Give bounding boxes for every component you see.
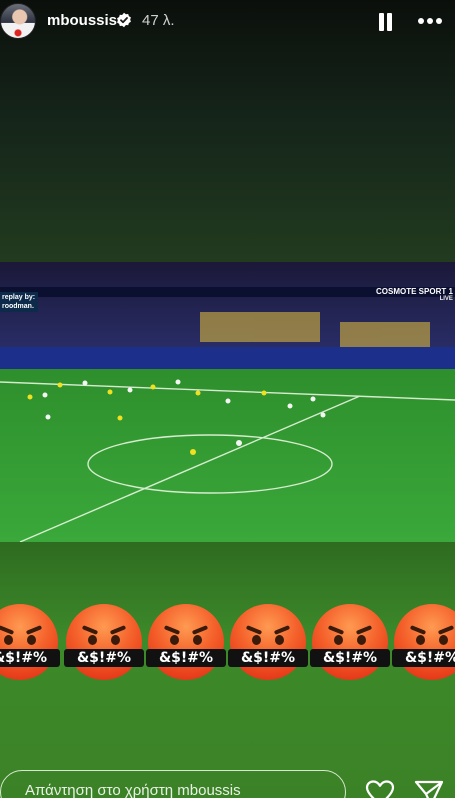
emoji-symbols: &$!#% <box>0 649 60 667</box>
emoji-row: &$!#% &$!#% &$!#% &$!#% &$!#% &$!#% <box>0 604 455 684</box>
emoji-symbols: &$!#% <box>228 649 308 667</box>
cursing-face-icon: &$!#% <box>64 604 144 680</box>
story-viewer[interactable]: mboussis 47 λ. replay by: roodman. COSMO… <box>0 0 455 798</box>
reply-input[interactable]: Απάντηση στο χρήστη mboussis <box>0 770 346 798</box>
broadcaster-name: COSMOTE SPORT 1 <box>376 287 453 296</box>
post-time: 47 λ. <box>142 12 175 29</box>
emoji-symbols: &$!#% <box>64 649 144 667</box>
broadcaster-logo: COSMOTE SPORT 1 LIVE <box>376 287 453 302</box>
username[interactable]: mboussis <box>47 12 117 29</box>
heart-icon[interactable] <box>365 780 395 798</box>
cursing-face-icon: &$!#% <box>392 604 455 680</box>
pause-icon[interactable] <box>378 11 394 33</box>
emoji-symbols: &$!#% <box>310 649 390 667</box>
send-icon[interactable] <box>414 780 444 798</box>
emoji-symbols: &$!#% <box>392 649 455 667</box>
replay-badge: replay by: roodman. <box>0 292 38 312</box>
more-options-icon[interactable] <box>416 16 446 28</box>
cursing-face-icon: &$!#% <box>0 604 60 680</box>
cursing-face-icon: &$!#% <box>228 604 308 680</box>
live-label: LIVE <box>439 296 453 302</box>
football-pitch-scene <box>0 262 455 542</box>
cursing-face-icon: &$!#% <box>146 604 226 680</box>
verified-badge-icon <box>117 12 131 28</box>
cursing-face-icon: &$!#% <box>310 604 390 680</box>
avatar[interactable] <box>0 3 36 39</box>
story-header: mboussis 47 λ. <box>0 0 455 46</box>
video-frame: replay by: roodman. COSMOTE SPORT 1 LIVE <box>0 262 455 542</box>
emoji-symbols: &$!#% <box>146 649 226 667</box>
